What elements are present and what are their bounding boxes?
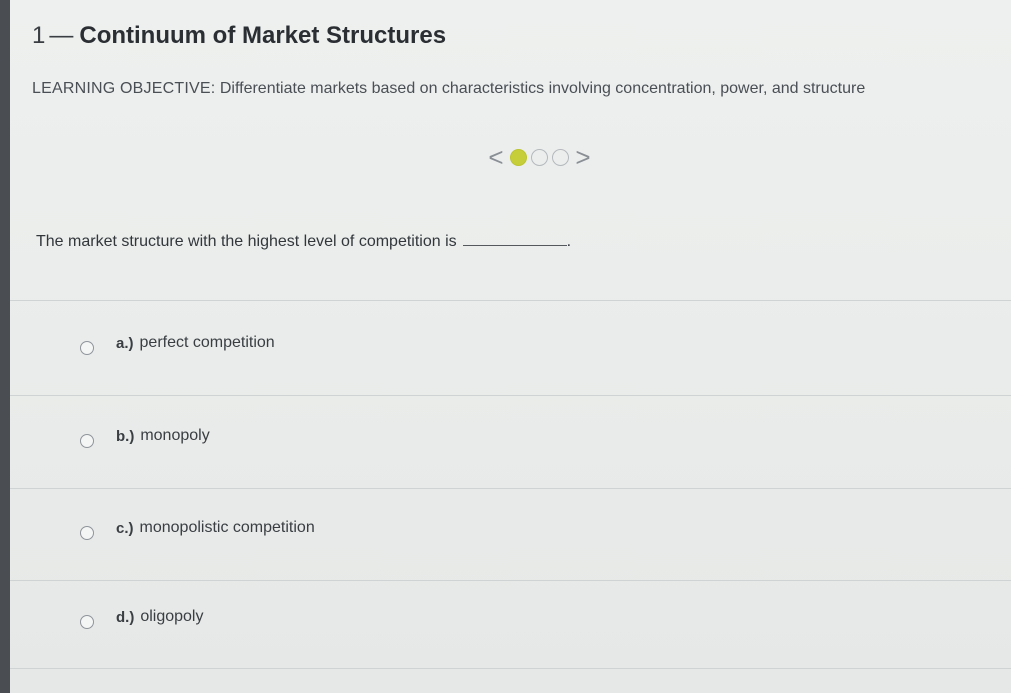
radio-button-a[interactable] <box>80 341 94 355</box>
radio-button-d[interactable] <box>80 615 94 629</box>
title-dash: — <box>49 22 74 49</box>
radio-button-b[interactable] <box>80 434 94 448</box>
answer-option-a[interactable]: a.) perfect competition <box>80 330 940 356</box>
option-label: monopoly <box>140 427 210 444</box>
option-letter: b.) <box>116 427 135 445</box>
option-label: oligopoly <box>140 608 204 625</box>
option-label: monopolistic competition <box>139 519 315 536</box>
answer-option-c[interactable]: c.) monopolistic competition <box>80 515 940 541</box>
answer-blank <box>462 233 567 246</box>
learning-objective-text: Differentiate markets based on character… <box>219 80 866 97</box>
page-title: 1— Continuum of Market Structures <box>32 22 446 50</box>
title-text: Continuum of Market Structures <box>79 22 447 49</box>
pager-dot-2[interactable] <box>531 148 548 166</box>
question-end-punct: . <box>566 233 572 250</box>
pager-dot-1[interactable] <box>510 148 527 166</box>
learning-objective-label: LEARNING OBJECTIVE: <box>32 80 216 97</box>
option-letter: a.) <box>116 334 134 352</box>
answer-option-b[interactable]: b.) monopoly <box>80 423 940 449</box>
chevron-left-icon[interactable]: < <box>486 144 506 170</box>
option-label: perfect competition <box>139 334 275 351</box>
divider <box>10 668 1011 669</box>
divider <box>10 488 1011 489</box>
question-prompt: The market structure with the highest le… <box>36 233 571 251</box>
learning-objective: LEARNING OBJECTIVE: Differentiate market… <box>32 80 865 98</box>
question-panel: 1— Continuum of Market Structures LEARNIN… <box>10 0 1011 693</box>
answer-option-d[interactable]: d.) oligopoly <box>80 604 940 630</box>
question-pager: < > <box>486 142 593 172</box>
question-text: The market structure with the highest le… <box>36 233 457 250</box>
divider <box>10 300 1011 301</box>
pager-dot-3[interactable] <box>552 148 569 166</box>
chevron-right-icon[interactable]: > <box>573 144 593 170</box>
question-number: 1 <box>32 22 46 49</box>
divider <box>10 580 1011 581</box>
radio-button-c[interactable] <box>80 526 94 540</box>
divider <box>10 395 1011 396</box>
option-letter: c.) <box>116 519 134 537</box>
option-letter: d.) <box>116 608 135 626</box>
